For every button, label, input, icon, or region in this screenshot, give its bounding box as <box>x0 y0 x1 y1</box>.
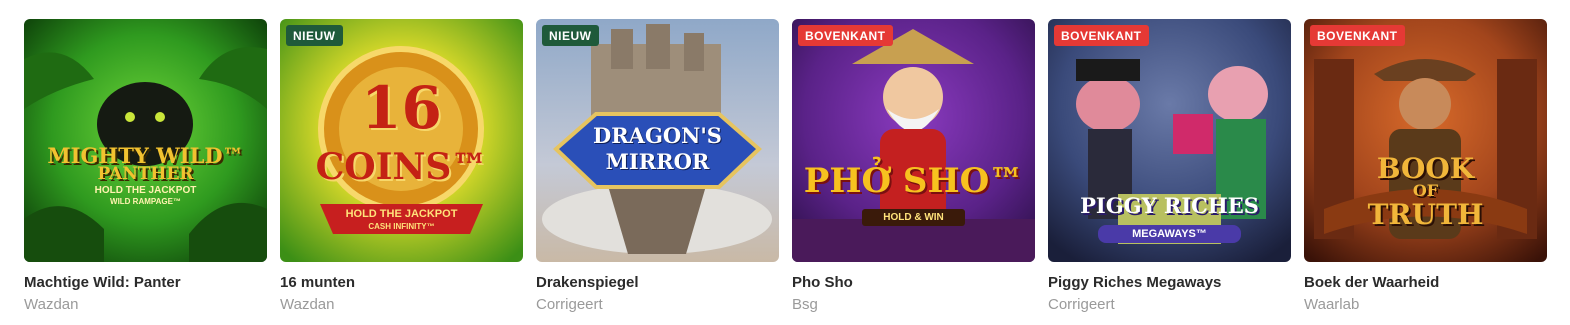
game-card[interactable]: BOVENKANT BOOK OF TRUTH Boek der Waarhei… <box>1304 19 1547 313</box>
game-logo-tagline: HOLD THE JACKPOT <box>345 208 458 220</box>
game-logo-tagline: MEGAWAYS™ <box>1098 225 1241 243</box>
game-title[interactable]: Pho Sho <box>792 274 1035 291</box>
game-logo-subtitle: COINS™ <box>315 146 488 188</box>
game-logo-subtitle: OF <box>1412 181 1439 200</box>
game-logo-tagline-2: CASH INFINITY™ <box>368 222 435 231</box>
game-logo: MIGHTY WILD™ <box>47 143 244 168</box>
badge-new: NIEUW <box>286 25 343 46</box>
game-card[interactable]: MIGHTY WILD™ PANTHER HOLD THE JACKPOT WI… <box>24 19 267 313</box>
game-logo: 16 <box>361 74 442 142</box>
game-grid: MIGHTY WILD™ PANTHER HOLD THE JACKPOT WI… <box>24 19 1547 313</box>
game-card[interactable]: NIEUW 16 COINS™ HOLD THE JACKPOT CASH IN… <box>280 19 523 313</box>
game-thumbnail[interactable]: BOVENKANT PIGGY RICHES MEGAWAYS™ <box>1048 19 1291 262</box>
game-provider: Waarlab <box>1304 296 1360 313</box>
game-title[interactable]: Machtige Wild: Panter <box>24 274 267 291</box>
game-logo-tagline-2: WILD RAMPAGE™ <box>110 197 181 206</box>
game-logo: DRAGON'S <box>593 123 722 148</box>
game-thumbnail[interactable]: BOVENKANT BOOK OF TRUTH <box>1304 19 1547 262</box>
game-provider: Wazdan <box>280 296 335 313</box>
game-logo-tagline: HOLD THE JACKPOT <box>94 185 197 196</box>
game-title[interactable]: Piggy Riches Megaways <box>1048 274 1291 291</box>
badge-top: BOVENKANT <box>1054 25 1149 46</box>
game-card[interactable]: BOVENKANT PIGGY RICHES MEGAWAYS™ Piggy R… <box>1048 19 1291 313</box>
game-thumbnail[interactable]: MIGHTY WILD™ PANTHER HOLD THE JACKPOT WI… <box>24 19 267 262</box>
game-logo: PHỞ SHO™ <box>803 161 1024 201</box>
game-thumbnail[interactable]: NIEUW DRAGON'S MIRROR <box>536 19 779 262</box>
game-provider: Bsg <box>792 296 818 313</box>
game-logo: PIGGY RICHES <box>1080 193 1259 218</box>
game-provider: Wazdan <box>24 296 79 313</box>
game-title[interactable]: Drakenspiegel <box>536 274 779 291</box>
game-provider: Corrigeert <box>536 296 603 313</box>
game-title[interactable]: Boek der Waarheid <box>1304 274 1547 291</box>
game-logo-subtitle: PANTHER <box>97 164 194 184</box>
game-card[interactable]: BOVENKANT PHỞ SHO™ HOLD & WIN Pho Sho Bs… <box>792 19 1035 313</box>
game-provider: Corrigeert <box>1048 296 1115 313</box>
game-thumbnail[interactable]: BOVENKANT PHỞ SHO™ HOLD & WIN <box>792 19 1035 262</box>
game-card[interactable]: NIEUW DRAGON'S MIRROR Drakenspiegel Corr… <box>536 19 779 313</box>
game-thumbnail[interactable]: NIEUW 16 COINS™ HOLD THE JACKPOT CASH IN… <box>280 19 523 262</box>
badge-top: BOVENKANT <box>798 25 893 46</box>
badge-top: BOVENKANT <box>1310 25 1405 46</box>
badge-new: NIEUW <box>542 25 599 46</box>
game-title[interactable]: 16 munten <box>280 274 523 291</box>
game-artwork <box>24 19 267 262</box>
game-logo-subtitle: MIRROR <box>605 149 710 174</box>
game-logo: BOOK <box>1376 152 1475 185</box>
game-logo-tagline: HOLD & WIN <box>862 209 965 226</box>
game-logo-subtitle-2: TRUTH <box>1367 198 1484 231</box>
